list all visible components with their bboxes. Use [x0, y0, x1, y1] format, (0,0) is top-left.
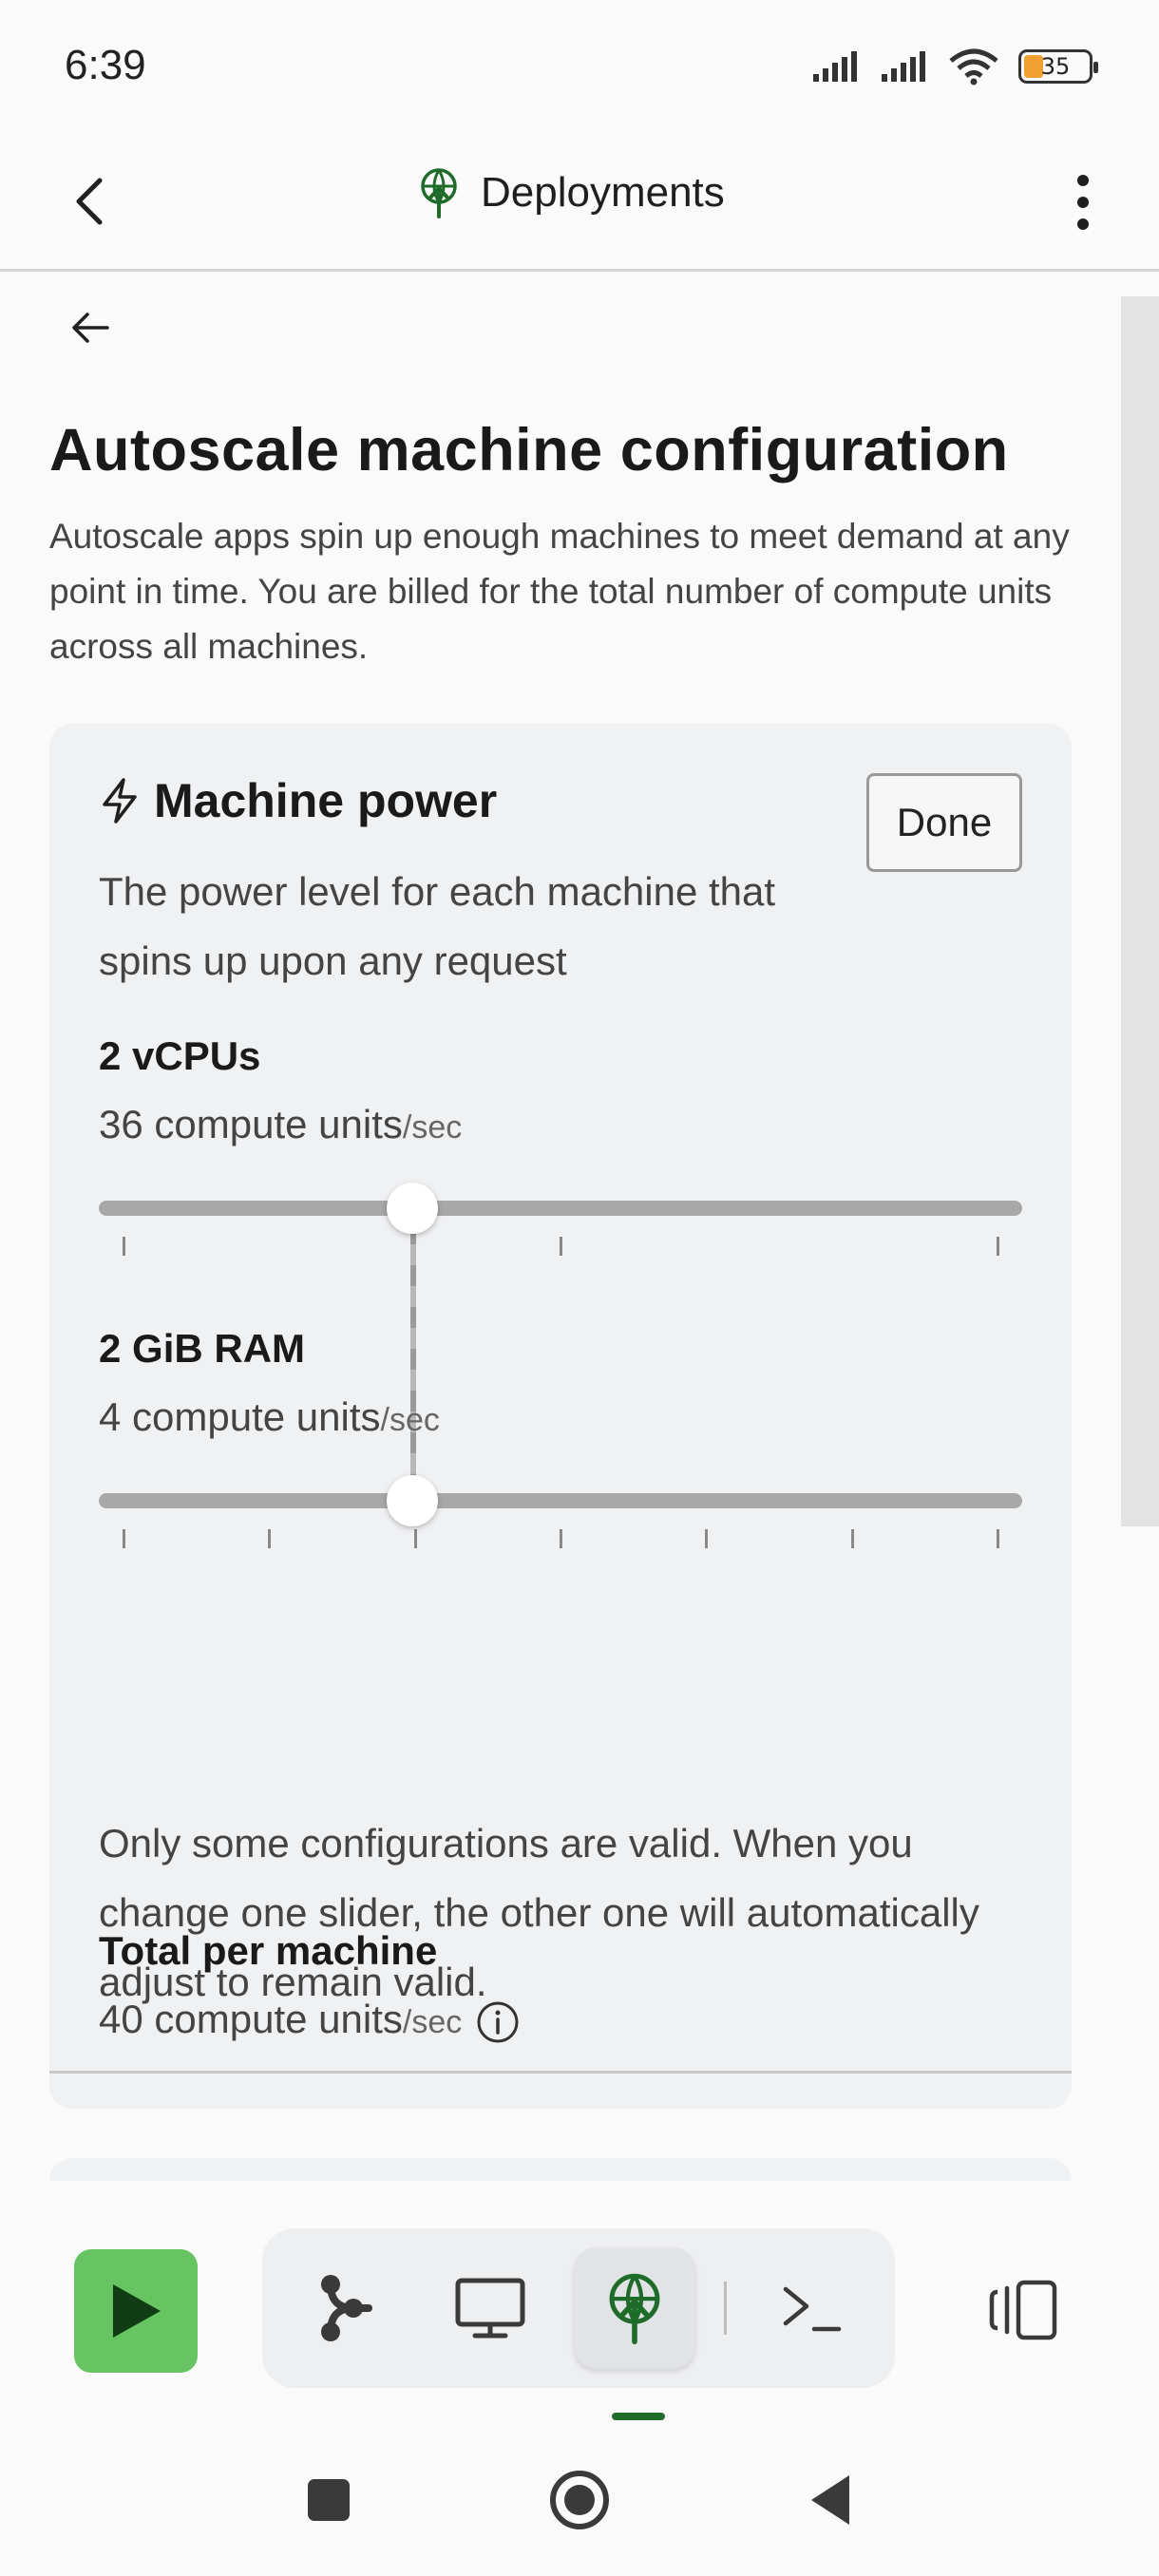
tool-group [262, 2228, 895, 2388]
header-title-text: Deployments [481, 169, 725, 216]
deployments-icon [421, 168, 457, 218]
machine-power-card: Machine power Done The power level for e… [49, 724, 1072, 2109]
slider-link-line [410, 1223, 416, 1516]
header-title: Deployments [418, 167, 725, 218]
run-icon [113, 2284, 161, 2338]
info-icon [477, 2001, 519, 2043]
total-label: Total per machine [99, 1928, 438, 1973]
cpu-slider-track[interactable] [99, 1201, 1022, 1216]
page-description: Autoscale apps spin up enough machines t… [49, 517, 1070, 666]
ram-slider-tick [413, 1529, 417, 1548]
tool-separator [724, 2282, 727, 2335]
webview-icon [455, 2278, 525, 2339]
ram-slider-tick [560, 1529, 562, 1548]
triangle-back-icon [811, 2475, 849, 2525]
wifi-icon [949, 48, 998, 85]
ram-label: 2 GiB RAM [99, 1326, 306, 1371]
signal-icon [882, 51, 925, 82]
webview-tool-button[interactable] [429, 2247, 551, 2369]
run-button[interactable] [74, 2249, 198, 2373]
done-button[interactable]: Done [866, 773, 1022, 872]
status-icons: 35 [811, 47, 1098, 85]
cpu-compute-units: 36 compute units/sec [99, 1102, 462, 1147]
cpu-slider-tick [560, 1237, 562, 1256]
status-bar: 6:39 35 [0, 0, 1159, 133]
panes-button[interactable] [975, 2249, 1070, 2371]
system-back-button[interactable] [773, 2453, 887, 2548]
battery-icon: 35 [1018, 49, 1098, 84]
git-icon [321, 2275, 372, 2341]
scrollbar[interactable] [1121, 296, 1159, 1526]
ram-slider-tick [997, 1529, 999, 1548]
back-button[interactable] [61, 163, 118, 239]
top-app-bar: Deployments [0, 133, 1159, 272]
more-menu-button[interactable] [1054, 160, 1112, 245]
info-button[interactable] [475, 1999, 521, 2045]
chevron-left-icon [76, 178, 103, 225]
bottom-toolbar [0, 2183, 1159, 2430]
ram-slider-track[interactable] [99, 1493, 1022, 1508]
ram-slider-thumb[interactable] [387, 1475, 439, 1526]
next-card [49, 2158, 1072, 2181]
pane-back-button[interactable] [57, 294, 124, 361]
ram-slider-tick [268, 1529, 272, 1548]
ram-slider-tick [850, 1529, 854, 1548]
home-circle-icon [550, 2471, 609, 2529]
cpu-value: 36 compute units [99, 1102, 403, 1146]
active-tab-indicator [612, 2413, 665, 2420]
signal-icon [813, 51, 857, 82]
deployments-icon [609, 2273, 660, 2345]
shell-icon [783, 2286, 842, 2332]
ram-compute-units: 4 compute units/sec [99, 1394, 440, 1440]
card-header: Machine power [99, 773, 497, 828]
panes-icon [989, 2280, 1057, 2340]
cpu-slider-thumb[interactable] [387, 1183, 439, 1234]
valid-config-note: Only some configurations are valid. When… [99, 1821, 979, 2004]
git-tool-button[interactable] [285, 2247, 407, 2369]
page-title: Autoscale machine configuration [49, 417, 1009, 483]
cpu-unit: /sec [402, 1109, 463, 1146]
cpu-label: 2 vCPUs [99, 1033, 261, 1078]
card-title: Machine power [154, 774, 498, 827]
square-icon [308, 2479, 350, 2521]
total-unit: /sec [402, 2004, 463, 2040]
ram-slider-tick [705, 1529, 709, 1548]
ram-value: 4 compute units [99, 1394, 381, 1439]
system-nav-bar [0, 2432, 1159, 2576]
card-description: The power level for each machine that sp… [99, 869, 776, 983]
ram-unit: /sec [380, 1402, 440, 1438]
lightning-icon [103, 778, 137, 824]
ram-slider-tick [123, 1529, 125, 1548]
card-divider [49, 2071, 1072, 2074]
kebab-menu-icon [1077, 175, 1089, 230]
total-value: 40 compute units [99, 1997, 403, 2041]
arrow-left-icon [72, 313, 109, 343]
battery-level: 35 [1040, 53, 1071, 80]
status-time: 6:39 [65, 42, 146, 88]
cpu-slider-tick [123, 1237, 125, 1256]
total-compute-units: 40 compute units/sec [99, 1997, 521, 2045]
shell-tool-button[interactable] [750, 2247, 872, 2369]
deployments-tool-button[interactable] [574, 2247, 695, 2369]
cpu-slider-tick [997, 1237, 999, 1256]
home-button[interactable] [522, 2453, 636, 2548]
recents-button[interactable] [272, 2453, 386, 2548]
